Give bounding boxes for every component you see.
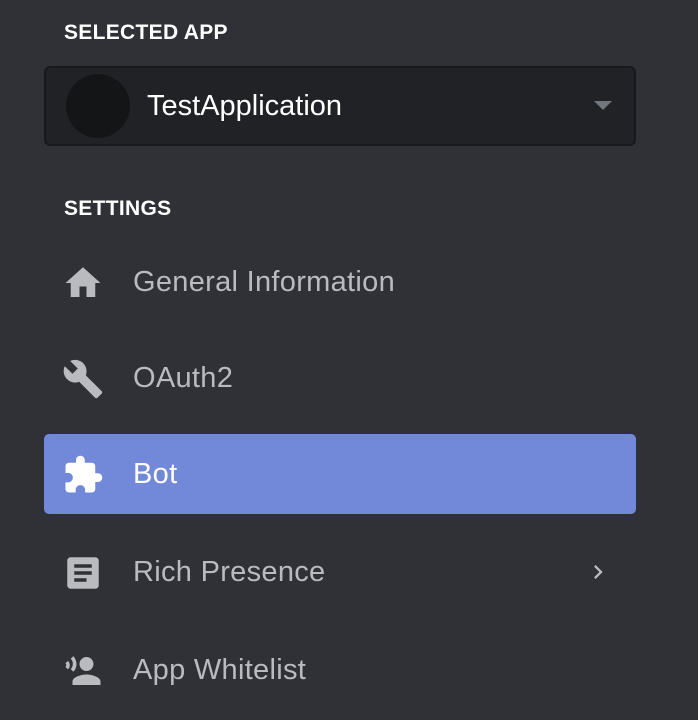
sidebar-item-label: OAuth2 — [133, 362, 234, 394]
sidebar-item-general-information[interactable]: General Information — [44, 242, 636, 322]
sidebar-item-label: General Information — [133, 266, 395, 298]
sidebar-item-bot[interactable]: Bot — [44, 434, 636, 514]
sidebar-item-label: App Whitelist — [133, 654, 307, 686]
person-icon — [62, 650, 104, 692]
chevron-down-icon — [594, 101, 612, 110]
puzzle-icon — [62, 454, 104, 496]
app-avatar — [66, 74, 130, 138]
wrench-icon — [62, 358, 104, 400]
sidebar-item-label: Bot — [133, 458, 178, 490]
app-name: TestApplication — [147, 90, 343, 122]
chevron-right-icon — [584, 558, 612, 586]
sidebar-item-app-whitelist[interactable]: App Whitelist — [44, 630, 636, 710]
home-icon — [62, 262, 104, 304]
sidebar-item-oauth2[interactable]: OAuth2 — [44, 338, 636, 418]
settings-heading: SETTINGS — [64, 197, 172, 220]
sidebar-item-label: Rich Presence — [133, 556, 326, 588]
settings-sidebar: SELECTED APP TestApplication SETTINGS Ge… — [0, 0, 698, 720]
sidebar-item-rich-presence[interactable]: Rich Presence — [44, 532, 636, 612]
document-icon — [62, 552, 104, 594]
app-selector-dropdown[interactable]: TestApplication — [44, 66, 636, 146]
selected-app-heading: SELECTED APP — [64, 21, 228, 44]
